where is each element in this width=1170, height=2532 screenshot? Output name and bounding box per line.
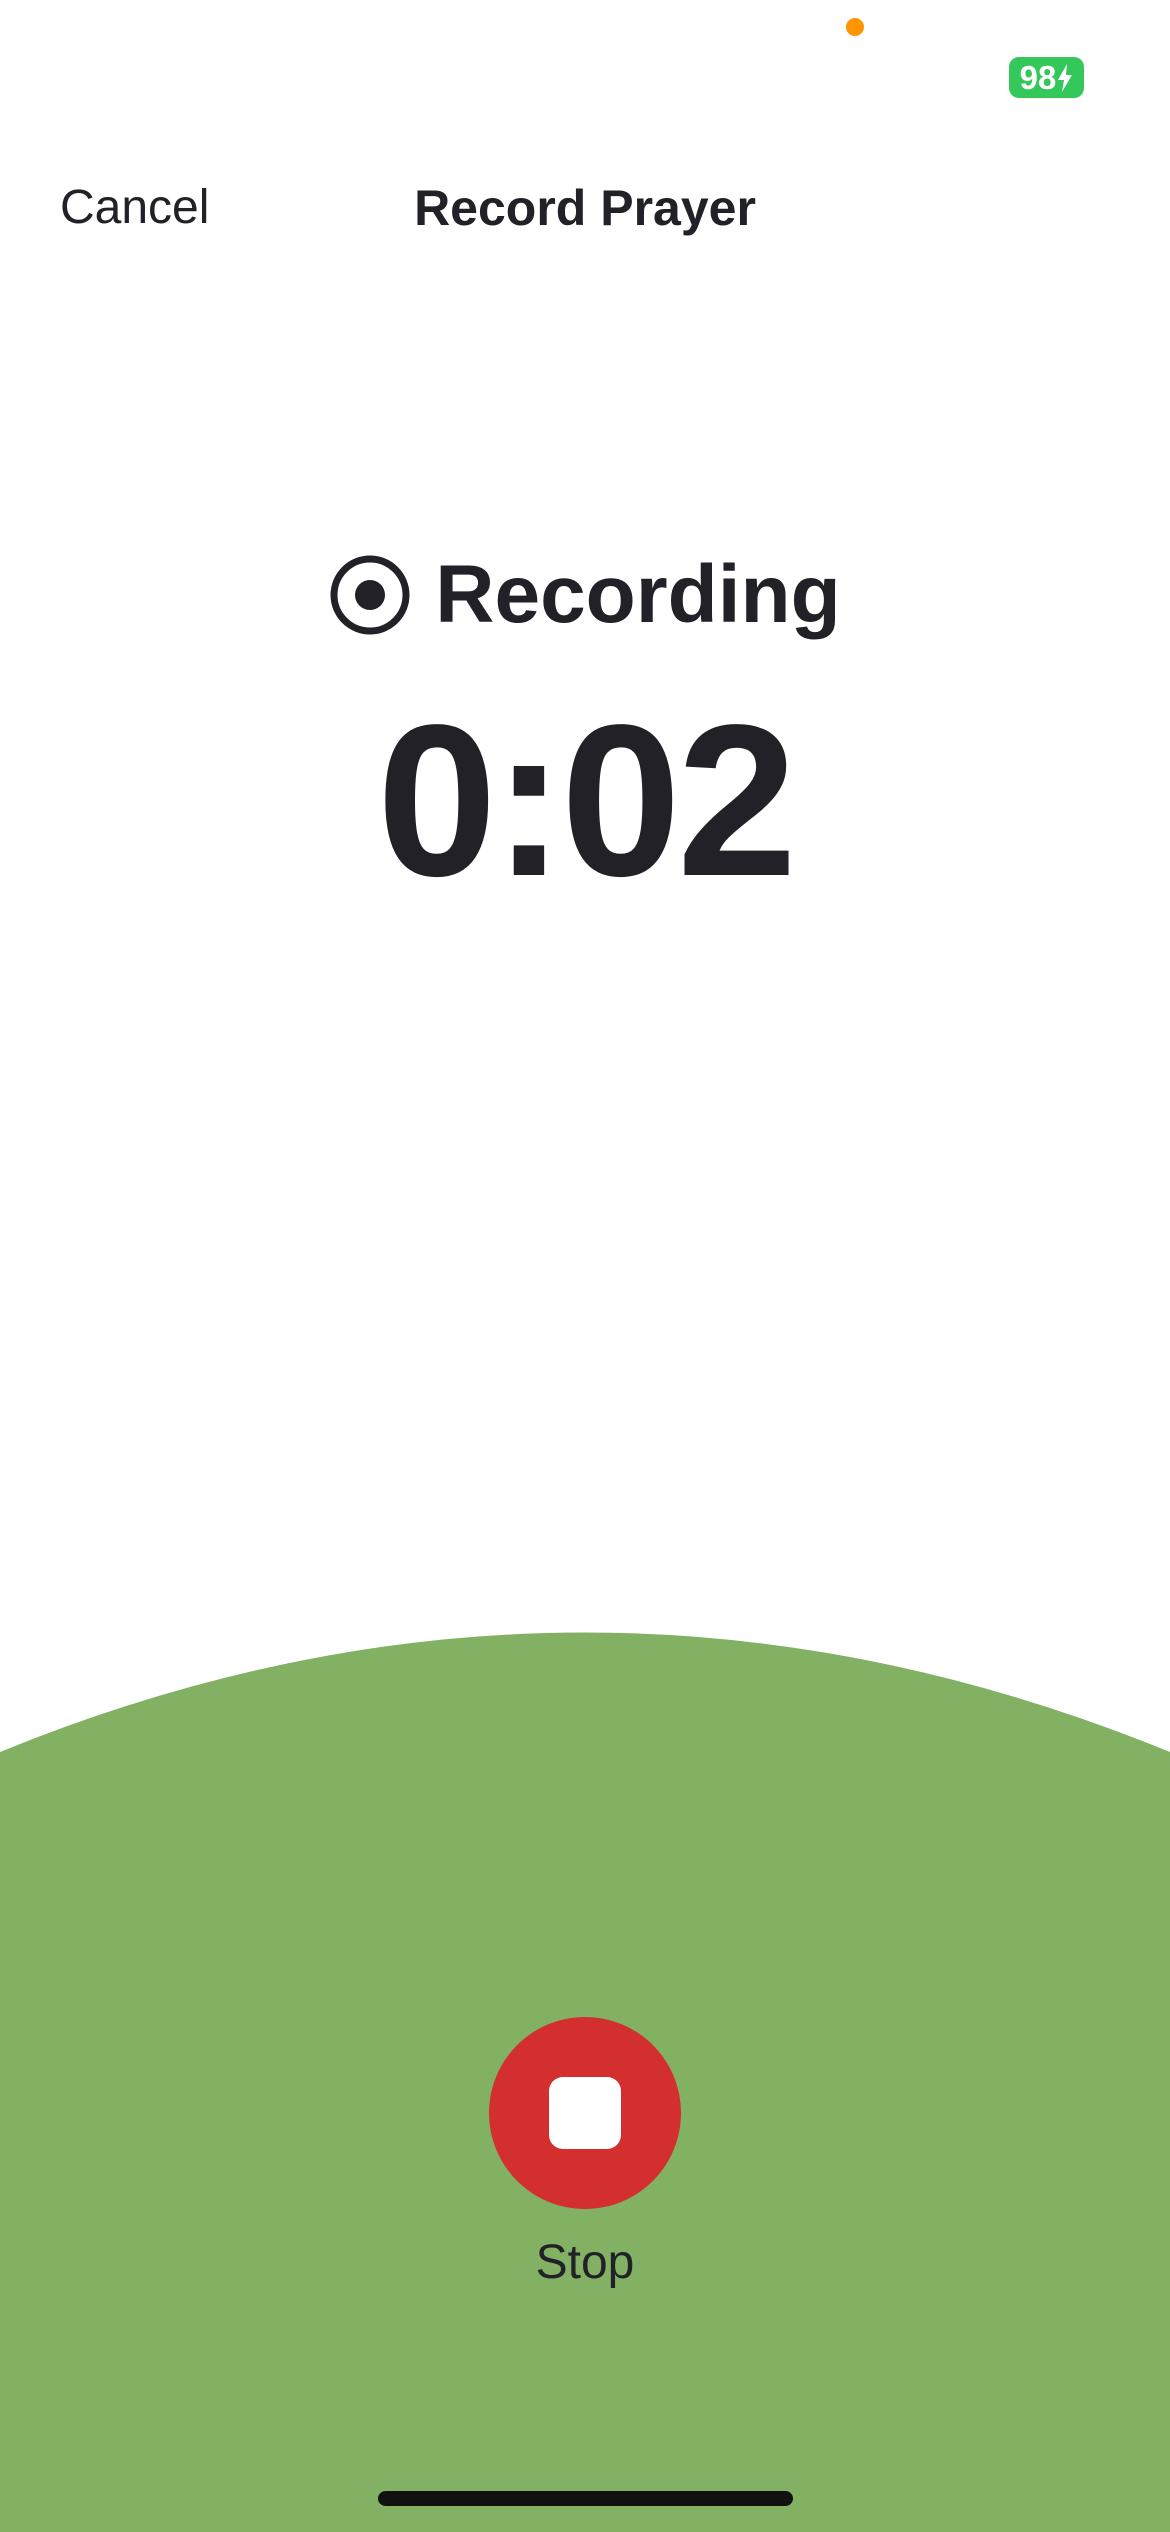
privacy-indicator-dot: [846, 18, 864, 36]
home-indicator[interactable]: [378, 2491, 793, 2506]
battery-indicator: 98: [1009, 57, 1084, 98]
navigation-bar: Cancel Record Prayer: [0, 160, 1170, 256]
status-bar: 98: [0, 0, 1170, 110]
stop-icon: [549, 2077, 621, 2149]
bolt-icon: [1058, 63, 1073, 92]
elapsed-timer: 0:02: [376, 679, 797, 921]
stop-label: Stop: [535, 2236, 635, 2289]
battery-level: 98: [1019, 59, 1057, 96]
recording-status: Recording: [0, 540, 1170, 650]
recording-label: Recording: [435, 549, 841, 640]
page-title: Record Prayer: [414, 180, 756, 236]
stop-button[interactable]: [489, 2017, 681, 2209]
record-icon: [330, 555, 410, 635]
